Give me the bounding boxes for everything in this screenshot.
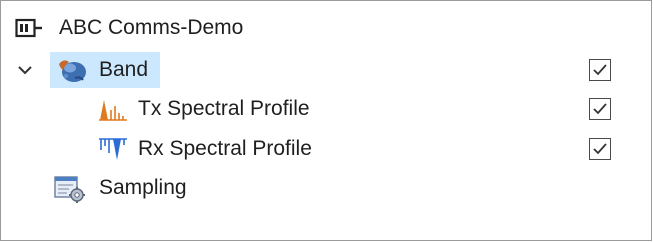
device-icon (15, 18, 45, 43)
tree-item-tx-spectral-profile[interactable]: Tx Spectral Profile (1, 91, 641, 127)
rx-spectrum-icon (97, 136, 129, 167)
tree-view: ABC Comms-Demo Band Tx Spectral Profile … (0, 0, 652, 241)
tree-item-root[interactable]: ABC Comms-Demo (1, 10, 641, 46)
tree-item-sampling[interactable]: Sampling (1, 170, 641, 206)
tree-item-root-label: ABC Comms-Demo (59, 16, 244, 39)
band-globe-icon (55, 56, 89, 89)
rx-spectral-profile-label: Rx Spectral Profile (138, 137, 312, 160)
sampling-gear-icon (53, 175, 87, 208)
tree-item-rx-spectral-profile[interactable]: Rx Spectral Profile (1, 131, 641, 167)
tree-item-band[interactable]: Band (1, 52, 641, 88)
band-checkbox[interactable] (589, 59, 611, 81)
tx-spectrum-icon (97, 96, 129, 127)
chevron-down-icon[interactable] (17, 63, 33, 81)
tx-spectral-profile-label: Tx Spectral Profile (138, 97, 310, 120)
tree-item-band-label: Band (99, 58, 149, 81)
tx-spectral-profile-checkbox[interactable] (589, 98, 611, 120)
tree-item-sampling-label: Sampling (99, 176, 187, 199)
rx-spectral-profile-checkbox[interactable] (589, 138, 611, 160)
